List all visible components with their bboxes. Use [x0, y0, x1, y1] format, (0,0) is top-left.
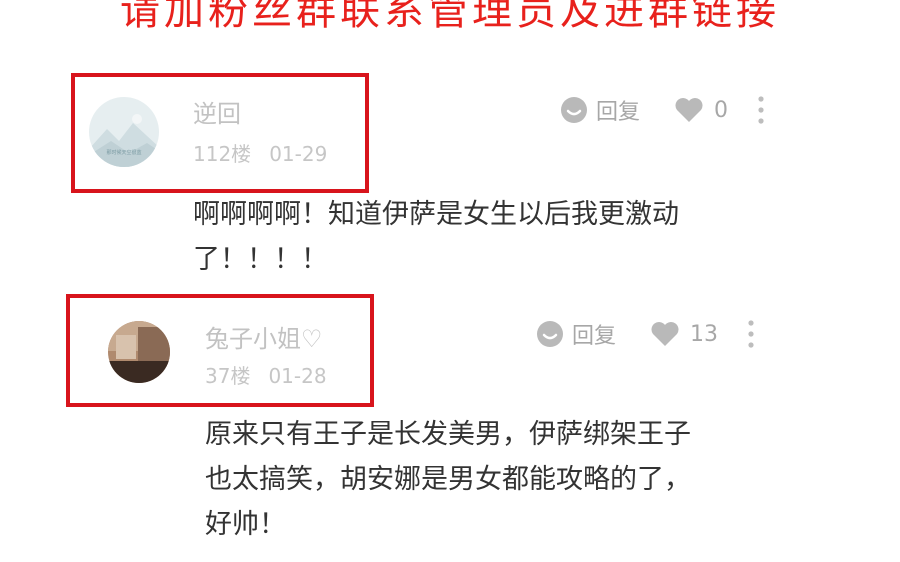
comment-date: 01-28: [268, 364, 327, 388]
avatar[interactable]: [108, 321, 170, 383]
floor-number: 112楼: [193, 142, 252, 166]
reply-button[interactable]: 回复: [560, 94, 640, 126]
reply-icon: [561, 97, 587, 123]
like-button[interactable]: 13: [650, 321, 718, 347]
like-count: 0: [714, 97, 729, 123]
floor-number: 37楼: [205, 364, 251, 388]
more-vertical-icon: [748, 320, 754, 348]
comment-date: 01-29: [269, 142, 328, 166]
heart-icon: [651, 322, 679, 346]
reply-label: 回复: [572, 324, 617, 349]
comment-actions: 回复 13: [536, 318, 754, 350]
reply-button[interactable]: 回复: [536, 318, 616, 350]
comment-text-line: 了！！！！: [193, 244, 328, 275]
comment-item: 兔子小姐♡ 37楼 01-28 回复 13 原来只有王子是长发美男，伊萨绑架王子: [0, 292, 900, 562]
avatar[interactable]: 那时候天空很蓝: [89, 97, 159, 167]
photo-avatar-icon: [108, 321, 170, 383]
heart-icon: [675, 98, 703, 122]
comment-text-line: 原来只有王子是长发美男，伊萨绑架王子: [205, 419, 691, 450]
username[interactable]: 逆回: [193, 94, 241, 129]
comment-meta: 112楼 01-29: [193, 138, 327, 167]
comment-text-line: 啊啊啊啊！知道伊萨是女生以后我更激动: [193, 199, 679, 230]
like-count: 13: [690, 321, 719, 347]
comment-text: 原来只有王子是长发美男，伊萨绑架王子 也太搞笑，胡安娜是男女都能攻略的了， 好帅…: [205, 412, 691, 547]
comment-item: 那时候天空很蓝 逆回 112楼 01-29 回复 0 啊啊啊啊！知道伊萨是女生以…: [0, 70, 900, 295]
avatar-caption: 那时候天空很蓝: [106, 149, 141, 156]
more-options-button[interactable]: [758, 95, 764, 125]
more-options-button[interactable]: [748, 319, 754, 349]
banner-caption: 请加粉丝群联系管理员及进群链接: [120, 0, 780, 34]
comment-actions: 回复 0: [560, 94, 764, 126]
reply-icon: [537, 321, 563, 347]
like-button[interactable]: 0: [674, 97, 728, 123]
reply-label: 回复: [596, 100, 641, 125]
landscape-avatar-icon: 那时候天空很蓝: [89, 97, 159, 167]
comment-text-line: 好帅！: [205, 509, 286, 540]
more-vertical-icon: [758, 96, 764, 124]
username[interactable]: 兔子小姐♡: [205, 319, 323, 354]
comment-text-line: 也太搞笑，胡安娜是男女都能攻略的了，: [205, 464, 691, 495]
comment-meta: 37楼 01-28: [205, 360, 327, 389]
comment-text: 啊啊啊啊！知道伊萨是女生以后我更激动 了！！！！: [193, 192, 679, 282]
